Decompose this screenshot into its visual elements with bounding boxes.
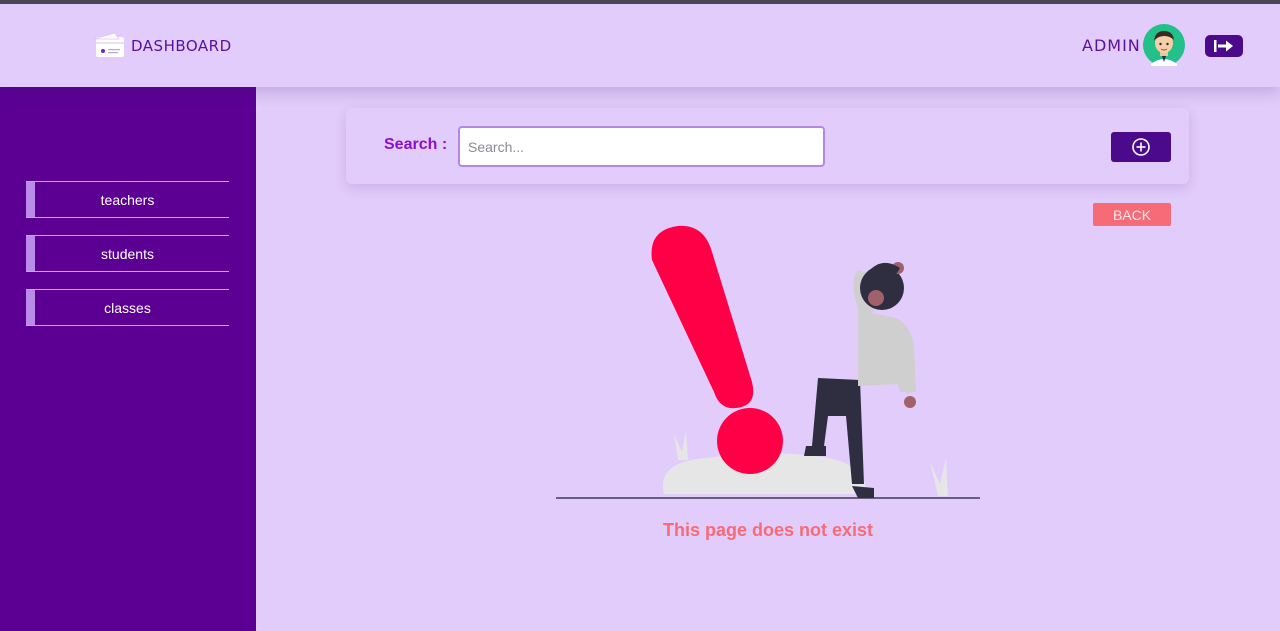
sidebar: teachers students classes bbox=[0, 87, 256, 631]
add-button[interactable] bbox=[1111, 132, 1171, 162]
sidebar-item-label: classes bbox=[104, 299, 151, 316]
page-not-found-illustration bbox=[556, 225, 980, 499]
sidebar-item-label: students bbox=[101, 245, 154, 262]
logo-text: DASHBOARD bbox=[131, 37, 232, 55]
sidebar-item-teachers[interactable]: teachers bbox=[26, 181, 229, 218]
sidebar-item-students[interactable]: students bbox=[26, 235, 229, 272]
sidebar-item-label: teachers bbox=[100, 191, 155, 208]
sidebar-item-classes[interactable]: classes bbox=[26, 289, 229, 326]
logout-arrow-icon bbox=[1214, 40, 1233, 52]
search-input[interactable] bbox=[458, 126, 825, 167]
logo[interactable]: DASHBOARD bbox=[93, 31, 232, 61]
header: DASHBOARD ADMIN bbox=[0, 4, 1280, 87]
user-avatar-icon[interactable] bbox=[1143, 24, 1185, 66]
search-label: Search : bbox=[384, 136, 448, 153]
back-button[interactable]: BACK bbox=[1093, 203, 1171, 226]
search-panel: Search : bbox=[346, 108, 1189, 184]
not-found-message: This page does not exist bbox=[662, 520, 874, 540]
user-name: ADMIN bbox=[1082, 36, 1141, 55]
logout-button[interactable] bbox=[1205, 35, 1243, 57]
card-dashboard-icon bbox=[93, 32, 124, 57]
plus-circle-icon bbox=[1132, 138, 1150, 156]
